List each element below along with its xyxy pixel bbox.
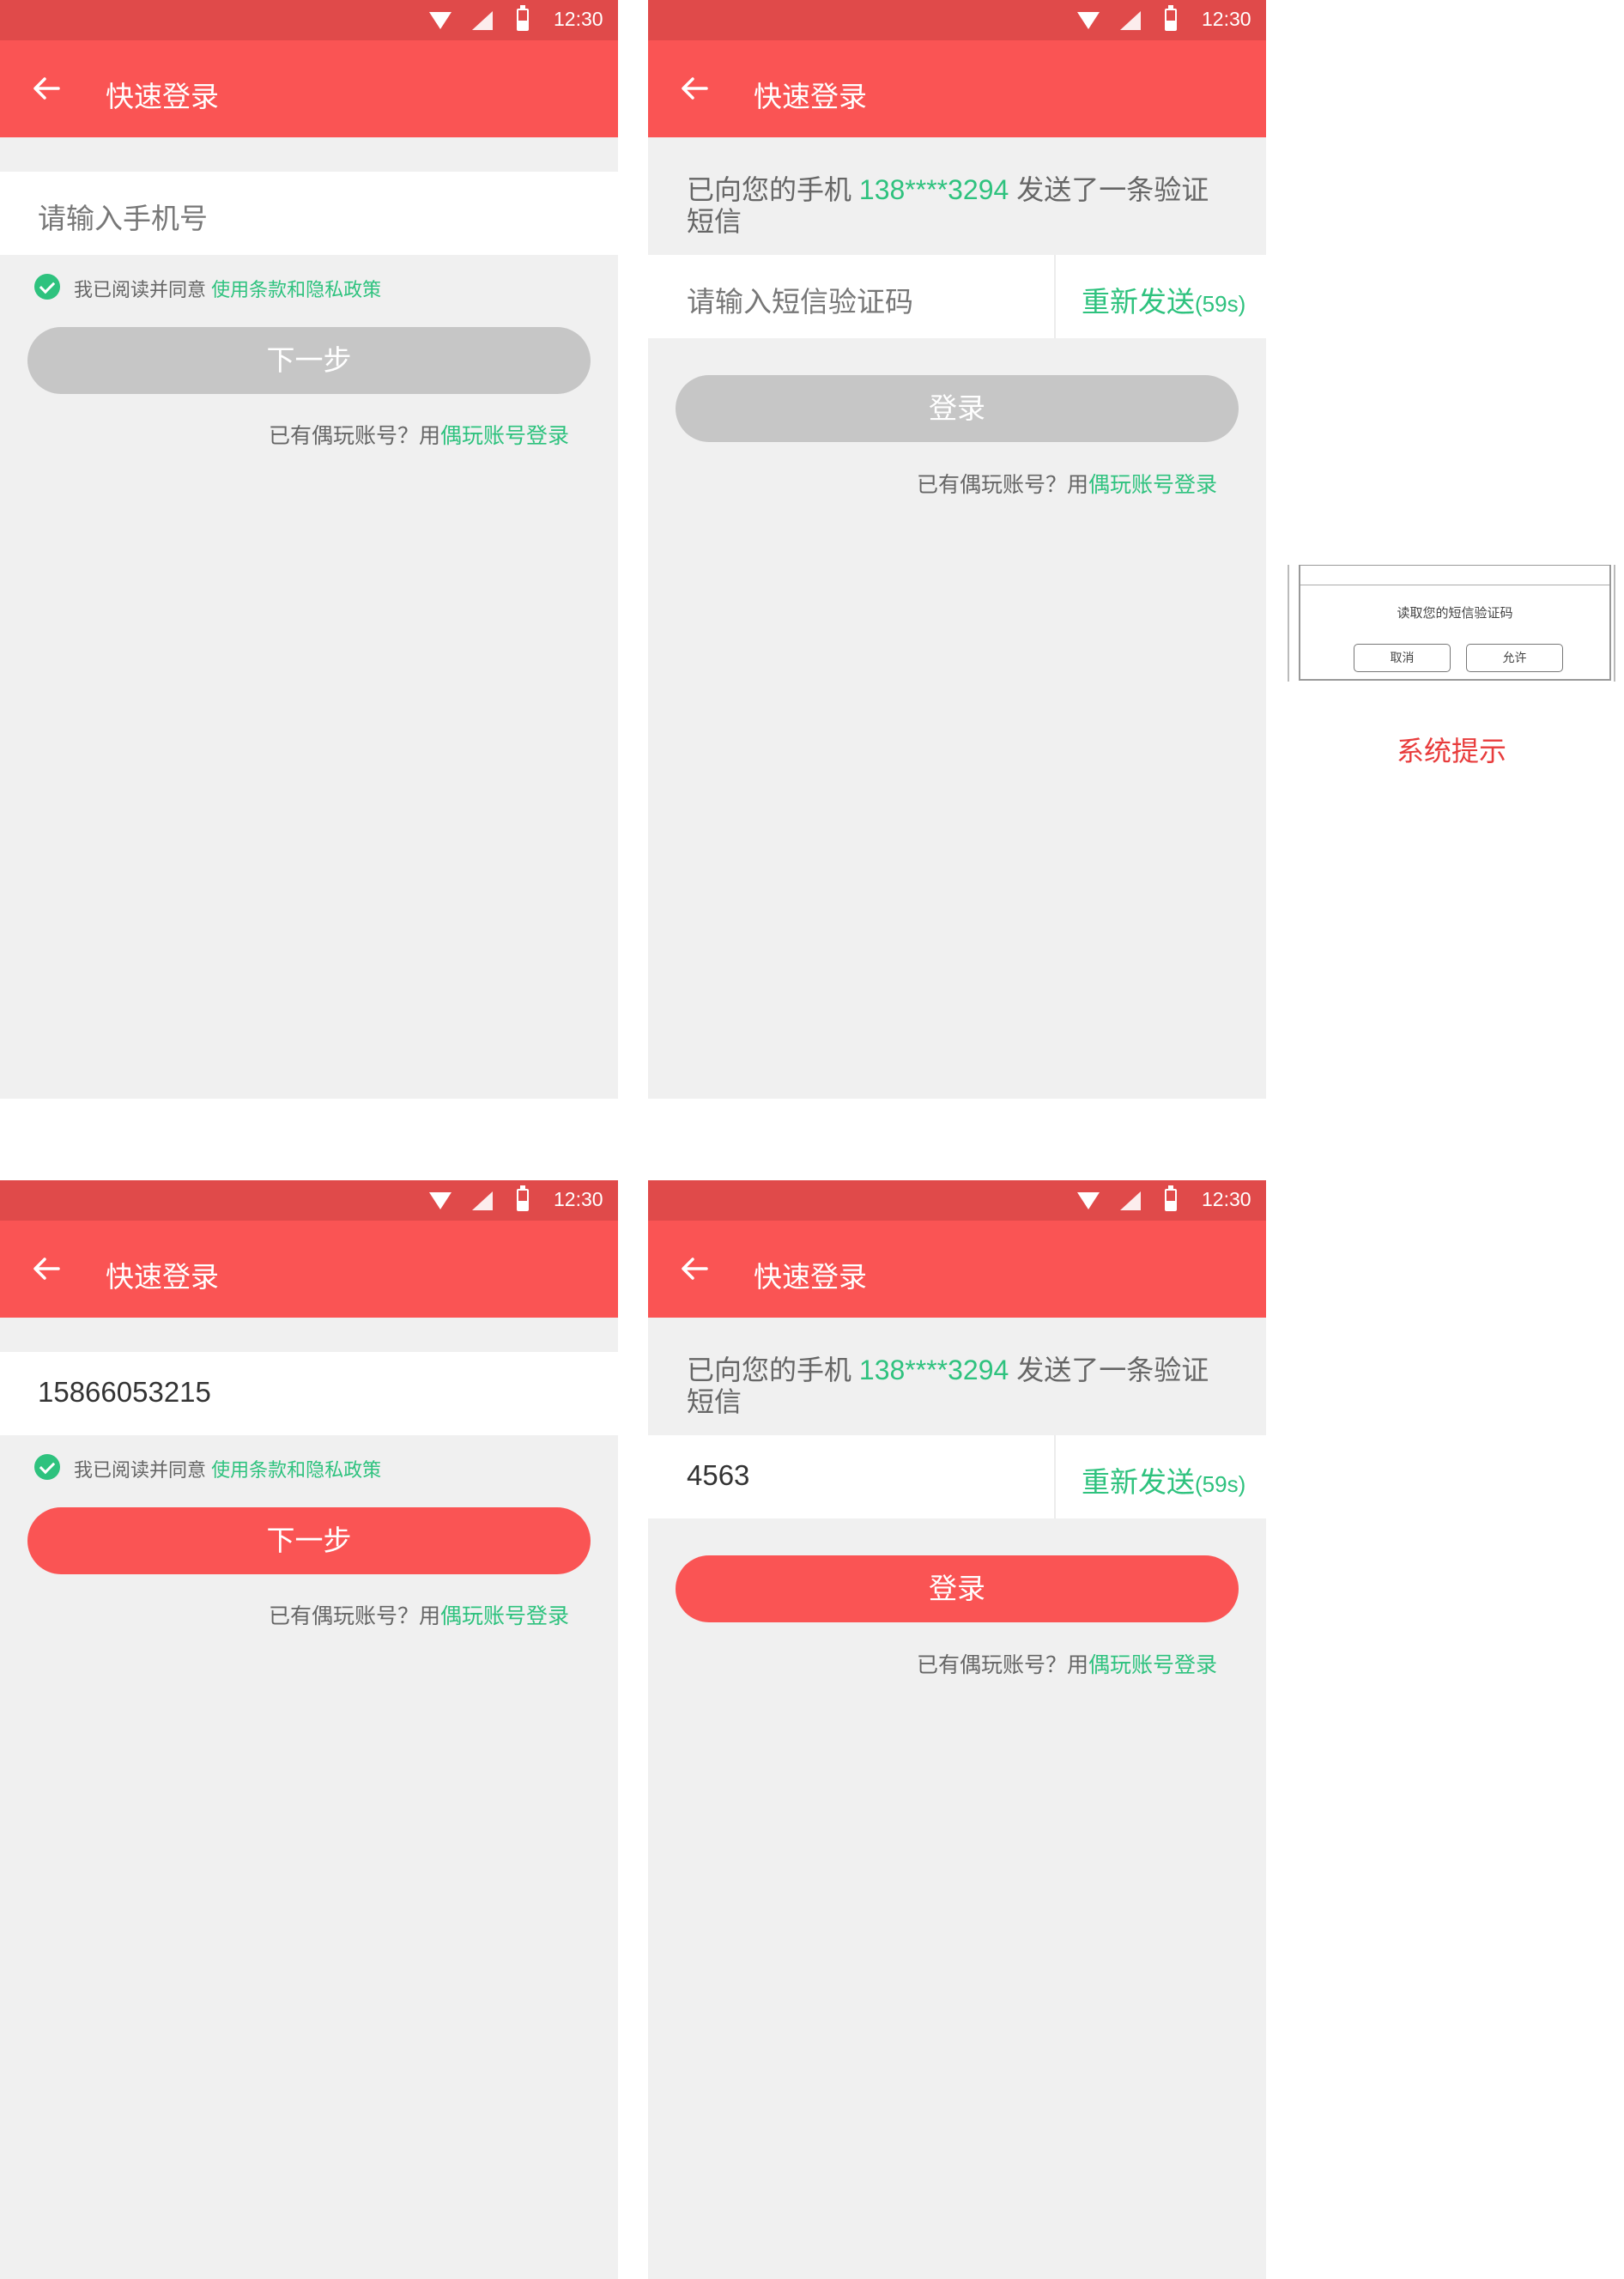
- phone-login-screen-filled: 12:30 快速登录 15866053215 我已阅读并同意 使用条款和隐私政策…: [0, 1180, 618, 2279]
- signal-icon: [1120, 11, 1141, 30]
- ouwan-account-login-link[interactable]: 偶玩账号登录: [440, 1604, 569, 1628]
- code-input-placeholder[interactable]: 请输入短信验证码: [687, 279, 913, 320]
- status-time: 12:30: [1202, 8, 1251, 30]
- terms-link[interactable]: 使用条款和隐私政策: [211, 279, 381, 300]
- page-title: 快速登录: [754, 81, 867, 112]
- alt-login-prefix: 已有偶玩账号？用: [269, 1604, 441, 1628]
- login-button[interactable]: 登录: [676, 1555, 1239, 1622]
- dialog-frame-right: [1614, 565, 1615, 682]
- dialog-allow-button[interactable]: 允许: [1466, 644, 1563, 672]
- agree-text: 我已阅读并同意: [74, 1459, 207, 1481]
- wifi-icon: [429, 1192, 451, 1209]
- system-prompt-caption: 系统提示: [1396, 736, 1506, 767]
- sms-msg-prefix: 已向您的手机: [687, 1355, 859, 1385]
- terms-link[interactable]: 使用条款和隐私政策: [211, 1459, 381, 1481]
- signal-icon: [1120, 1191, 1141, 1210]
- back-arrow-icon[interactable]: [679, 1253, 710, 1284]
- dialog-cancel-button[interactable]: 取消: [1354, 644, 1451, 672]
- phone-input-placeholder: 请输入手机号: [38, 203, 208, 234]
- code-input-row: 请输入短信验证码 重新发送(59s): [648, 255, 1266, 338]
- app-bar: 快速登录: [0, 1221, 618, 1318]
- sms-msg-prefix: 已向您的手机: [687, 174, 859, 205]
- next-button[interactable]: 下一步: [27, 327, 591, 394]
- battery-icon: [517, 1185, 529, 1211]
- status-time: 12:30: [554, 1188, 603, 1210]
- battery-icon: [1165, 5, 1177, 31]
- status-bar: 12:30: [0, 1180, 618, 1221]
- alt-login-prefix: 已有偶玩账号？用: [917, 1653, 1089, 1677]
- agree-text: 我已阅读并同意: [74, 279, 207, 300]
- system-permission-dialog: 读取您的短信验证码 取消 允许: [1288, 565, 1615, 682]
- sms-sent-message: 已向您的手机 138****3294 发送了一条验证短信: [687, 174, 1236, 238]
- page-title: 快速登录: [106, 81, 219, 112]
- divider: [1054, 1435, 1056, 1518]
- masked-phone: 138****3294: [858, 1355, 1009, 1385]
- code-verify-screen-filled: 12:30 快速登录 已向您的手机 138****3294 发送了一条验证短信 …: [648, 1180, 1266, 2279]
- resend-button[interactable]: 重新发送(59s): [1082, 1459, 1245, 1500]
- alt-login: 已有偶玩账号？用偶玩账号登录: [269, 1599, 569, 1630]
- code-input-value[interactable]: 4563: [687, 1459, 749, 1492]
- status-bar: 12:30: [648, 0, 1266, 40]
- resend-countdown: (59s): [1195, 1471, 1246, 1497]
- alt-login: 已有偶玩账号？用偶玩账号登录: [269, 419, 569, 450]
- wifi-icon: [429, 12, 451, 29]
- signal-icon: [472, 11, 493, 30]
- sms-sent-message: 已向您的手机 138****3294 发送了一条验证短信: [687, 1355, 1236, 1418]
- battery-icon: [1165, 1185, 1177, 1211]
- app-bar: 快速登录: [0, 40, 618, 137]
- app-bar: 快速登录: [648, 1221, 1266, 1318]
- phone-input[interactable]: 请输入手机号: [0, 172, 618, 255]
- status-bar: 12:30: [0, 0, 618, 40]
- ouwan-account-login-link[interactable]: 偶玩账号登录: [1088, 1653, 1217, 1677]
- status-bar: 12:30: [648, 1180, 1266, 1221]
- dialog-box: 读取您的短信验证码 取消 允许: [1299, 565, 1611, 681]
- code-input-row: 4563 重新发送(59s): [648, 1435, 1266, 1518]
- status-time: 12:30: [1202, 1188, 1251, 1210]
- alt-login: 已有偶玩账号？用偶玩账号登录: [917, 1648, 1217, 1679]
- divider: [1054, 255, 1056, 338]
- dialog-message: 读取您的短信验证码: [1397, 606, 1513, 621]
- masked-phone: 138****3294: [858, 174, 1009, 205]
- alt-login-prefix: 已有偶玩账号？用: [269, 424, 441, 448]
- back-arrow-icon[interactable]: [31, 1253, 62, 1284]
- signal-icon: [472, 1191, 493, 1210]
- resend-label: 重新发送: [1082, 1466, 1195, 1498]
- wifi-icon: [1077, 1192, 1100, 1209]
- resend-label: 重新发送: [1082, 286, 1195, 318]
- ouwan-account-login-link[interactable]: 偶玩账号登录: [1088, 473, 1217, 497]
- alt-login: 已有偶玩账号？用偶玩账号登录: [917, 468, 1217, 499]
- phone-input[interactable]: 15866053215: [0, 1352, 618, 1435]
- checkbox-checked-icon[interactable]: [34, 274, 60, 300]
- dialog-frame-left: [1288, 565, 1289, 682]
- resend-countdown: (59s): [1195, 291, 1246, 317]
- status-time: 12:30: [554, 8, 603, 30]
- ouwan-account-login-link[interactable]: 偶玩账号登录: [440, 424, 569, 448]
- wifi-icon: [1077, 12, 1100, 29]
- back-arrow-icon[interactable]: [679, 73, 710, 104]
- phone-login-screen-empty: 12:30 快速登录 请输入手机号 我已阅读并同意 使用条款和隐私政策 下一步 …: [0, 0, 618, 1099]
- code-verify-screen-empty: 12:30 快速登录 已向您的手机 138****3294 发送了一条验证短信 …: [648, 0, 1266, 1099]
- back-arrow-icon[interactable]: [31, 73, 62, 104]
- page-title: 快速登录: [106, 1261, 219, 1293]
- resend-button[interactable]: 重新发送(59s): [1082, 279, 1245, 320]
- alt-login-prefix: 已有偶玩账号？用: [917, 473, 1089, 497]
- page-title: 快速登录: [754, 1261, 867, 1293]
- checkbox-checked-icon[interactable]: [34, 1454, 60, 1480]
- app-bar: 快速登录: [648, 40, 1266, 137]
- next-button[interactable]: 下一步: [27, 1507, 591, 1574]
- battery-icon: [517, 5, 529, 31]
- phone-input-value: 15866053215: [38, 1376, 211, 1408]
- login-button[interactable]: 登录: [676, 375, 1239, 442]
